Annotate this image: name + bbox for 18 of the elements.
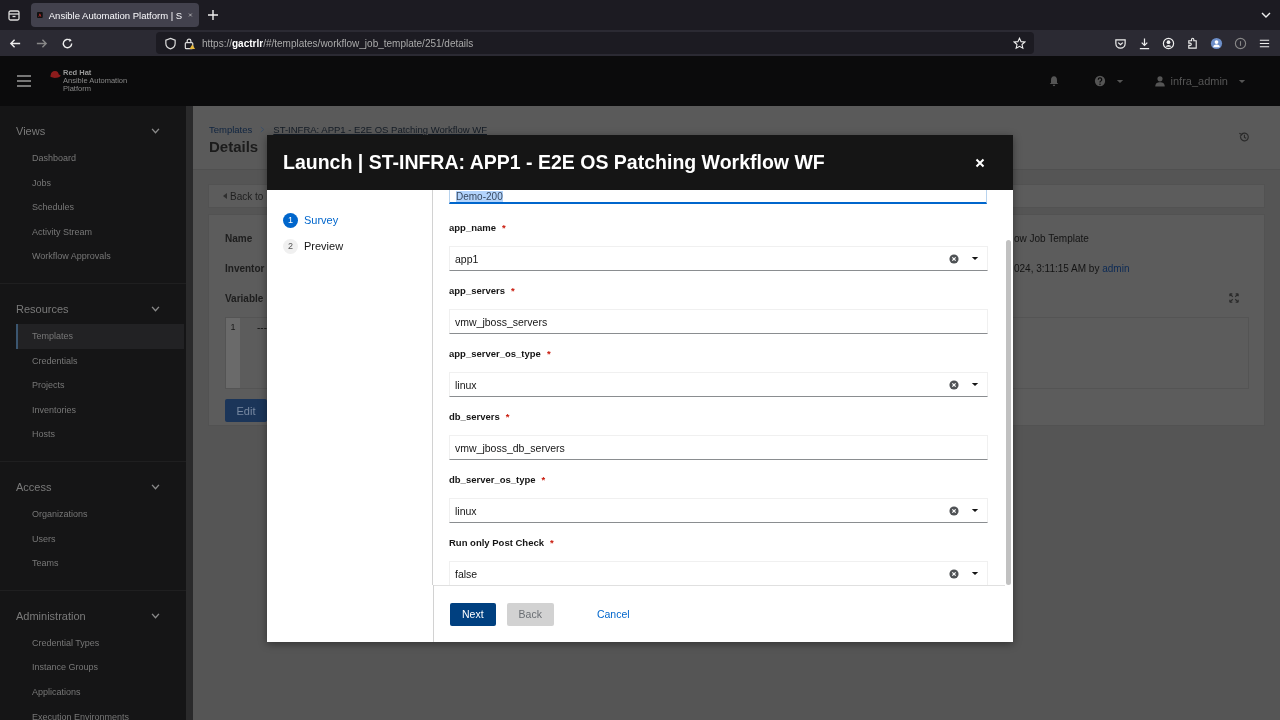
- detail-label: Variable: [225, 292, 264, 304]
- detail-value: 024, 3:11:15 AM by admin: [1014, 262, 1130, 274]
- code-text: ---: [256, 321, 267, 335]
- url-text: https://gactrlr/#/templates/workflow_job_template/251/details: [202, 37, 474, 49]
- page-title: Details: [209, 138, 259, 155]
- detail-label: Inventor: [225, 262, 266, 274]
- field-label: app_servers *: [449, 284, 516, 298]
- field-label: db_servers *: [449, 410, 511, 424]
- dialog-title: Launch | ST-INFRA: APP1 - E2E OS Patching Workflow WF: [283, 151, 826, 174]
- field-label: db_server_os_type *: [449, 473, 547, 487]
- line-number: 1: [226, 318, 240, 388]
- tab-title: Ansible Automation Platform | S: [48, 9, 183, 21]
- detail-value: ow Job Template: [1014, 232, 1089, 244]
- detail-label: Name: [225, 232, 254, 244]
- breadcrumb-item: ST-INFRA: APP1 - E2E OS Patching Workflow WF: [273, 124, 487, 135]
- field-label: Run only Post Check *: [449, 536, 555, 550]
- field-label: app_name *: [449, 221, 507, 235]
- field-label: app_server_os_type *: [449, 347, 552, 361]
